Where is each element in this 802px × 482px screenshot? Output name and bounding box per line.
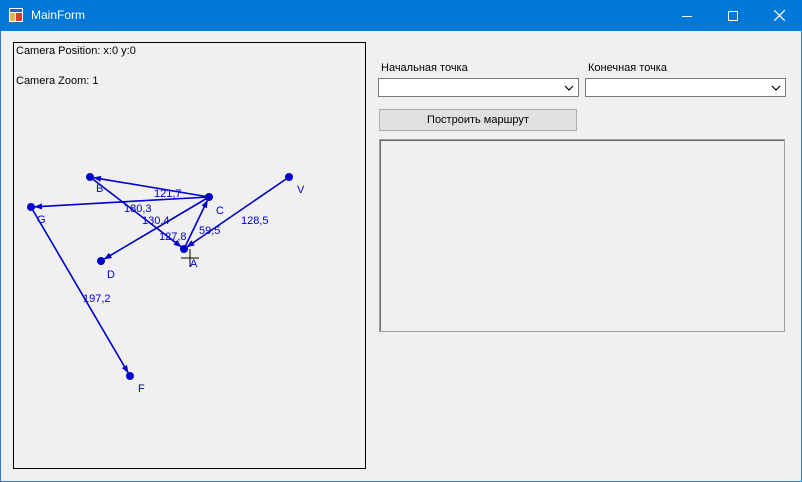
graph-node-V[interactable] bbox=[285, 173, 293, 181]
edge-weight-label: 128,5 bbox=[241, 215, 269, 227]
graph-node-F[interactable] bbox=[126, 372, 134, 380]
title-bar: MainForm bbox=[0, 0, 802, 31]
edge-weight-label: 197,2 bbox=[83, 293, 111, 305]
graph-svg: 128,5 121,7180,3130,4 127,8 59,5 197,2 A B C D F G… bbox=[27, 173, 305, 395]
graph-canvas[interactable]: Camera Position: x:0 y:0 Camera Zoom: 1 … bbox=[13, 42, 366, 469]
end-point-select[interactable] bbox=[585, 78, 786, 97]
edge-weight-label: 180,3 bbox=[124, 203, 152, 215]
close-icon bbox=[773, 10, 785, 21]
maximize-button[interactable] bbox=[710, 0, 756, 31]
graph-edge-G-F bbox=[30, 206, 129, 374]
node-label: F bbox=[138, 383, 145, 395]
edge-weight-label: 59,5 bbox=[199, 225, 220, 237]
window-title: MainForm bbox=[31, 8, 86, 22]
node-label: B bbox=[96, 183, 103, 195]
minimize-button[interactable] bbox=[664, 0, 710, 31]
graph-node-G[interactable] bbox=[27, 203, 35, 211]
edge-weight-label: 121,7 bbox=[154, 188, 182, 200]
node-label: G bbox=[37, 214, 46, 226]
graph-node-A[interactable] bbox=[180, 245, 188, 253]
start-point-select[interactable] bbox=[378, 78, 579, 97]
start-point-label: Начальная точка bbox=[381, 62, 468, 74]
route-output-textbox[interactable] bbox=[379, 139, 785, 332]
close-button[interactable] bbox=[756, 0, 802, 31]
end-point-label: Конечная точка bbox=[588, 62, 667, 74]
node-label: A bbox=[190, 258, 198, 270]
graph-node-D[interactable] bbox=[97, 257, 105, 265]
node-label: C bbox=[216, 205, 224, 217]
edge-weight-label: 127,8 bbox=[159, 231, 187, 243]
chevron-down-icon bbox=[771, 85, 781, 91]
node-label: V bbox=[297, 184, 305, 196]
graph-node-B[interactable] bbox=[86, 173, 94, 181]
minimize-icon bbox=[682, 15, 692, 17]
app-icon bbox=[9, 8, 23, 22]
build-route-button[interactable]: Построить маршрут bbox=[379, 109, 577, 131]
chevron-down-icon bbox=[564, 85, 574, 91]
edge-weight-label: 130,4 bbox=[142, 215, 170, 227]
node-label: D bbox=[107, 269, 115, 281]
graph-node-C[interactable] bbox=[205, 193, 213, 201]
maximize-icon bbox=[728, 10, 738, 21]
